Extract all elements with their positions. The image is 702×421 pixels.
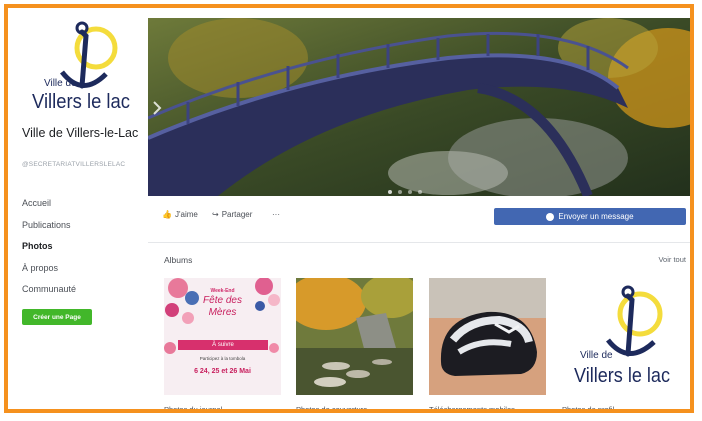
cover-photo[interactable] xyxy=(148,18,690,196)
more-options-button[interactable]: ··· xyxy=(272,210,280,219)
album-thumbnail-profile[interactable]: Ville de Villers le lac xyxy=(562,278,679,395)
poster-line2: Fête des xyxy=(203,295,242,306)
album-thumbnail-mobile[interactable] xyxy=(429,278,546,395)
like-label: J'aime xyxy=(174,210,198,219)
album-card[interactable]: Photos de couverture xyxy=(296,278,413,409)
profile-logo: Ville de Villers le lac xyxy=(574,285,670,387)
share-arrow-icon: ↪ xyxy=(212,210,219,219)
nav-item-publications[interactable]: Publications xyxy=(22,220,71,230)
album-card[interactable]: Ville de Villers le lac Photos de profil xyxy=(562,278,679,409)
page-handle: @SECRETARIATVILLERSLELAC xyxy=(22,161,126,168)
album-caption[interactable]: Photos de profil xyxy=(562,405,679,409)
svg-text:Villers le lac: Villers le lac xyxy=(574,365,670,387)
album-thumbnail-poster[interactable]: Week-End Fête des Mères À suivre Partici… xyxy=(164,278,281,395)
screenshot-frame: Ville de Villers le lac Ville de Villers… xyxy=(4,4,694,413)
logo-anchor-ring xyxy=(75,21,89,35)
logo-text-bottom: Villers le lac xyxy=(32,91,130,113)
like-button[interactable]: 👍 J'aime xyxy=(162,210,198,219)
bridge-photo xyxy=(148,18,690,196)
page-action-bar: 👍 J'aime ↪ Partager ··· Envoyer un messa… xyxy=(148,196,690,243)
logo-text-top: Ville de xyxy=(44,78,77,89)
poster-line4: À suivre xyxy=(178,340,268,350)
album-card[interactable]: Téléchargements mobiles xyxy=(429,278,546,409)
nav-item-communaute[interactable]: Communauté xyxy=(22,284,76,294)
nav-item-photos[interactable]: Photos xyxy=(22,241,53,251)
albums-section: Albums Voir tout Week-End Fête des Mères… xyxy=(148,244,690,409)
poster-line3: Mères xyxy=(208,307,237,318)
page-logo[interactable]: Ville de Villers le lac xyxy=(18,14,134,120)
album-caption[interactable]: Téléchargements mobiles xyxy=(429,405,546,409)
logo-anchor-shaft xyxy=(79,29,89,89)
albums-heading: Albums xyxy=(164,255,193,265)
messenger-icon xyxy=(546,212,555,221)
album-card[interactable]: Week-End Fête des Mères À suivre Partici… xyxy=(164,278,281,409)
album-thumbnail-cover[interactable] xyxy=(296,278,413,395)
helmet-photo xyxy=(429,278,546,395)
svg-text:Ville de: Ville de xyxy=(580,350,613,361)
sidebar: Ville de Villers le lac Ville de Villers… xyxy=(8,8,148,409)
send-message-label: Envoyer un message xyxy=(558,212,634,221)
page-title[interactable]: Ville de Villers-le-Lac xyxy=(22,126,146,141)
album-caption[interactable]: Photos de couverture xyxy=(296,405,413,409)
nav-item-a-propos[interactable]: À propos xyxy=(22,263,58,273)
carousel-dots[interactable] xyxy=(388,190,422,194)
album-caption[interactable]: Photos du journal xyxy=(164,405,281,409)
share-label: Partager xyxy=(221,210,253,219)
nav-item-accueil[interactable]: Accueil xyxy=(22,198,51,208)
poster-line5: Participez à la tombola xyxy=(199,356,246,361)
see-all-link[interactable]: Voir tout xyxy=(658,255,686,264)
share-button[interactable]: ↪ Partager xyxy=(212,210,252,219)
thumbs-up-icon: 👍 xyxy=(162,210,172,219)
send-message-button[interactable]: Envoyer un message xyxy=(494,208,686,225)
river-photo xyxy=(296,278,413,395)
poster-line6: 6 24, 25 et 26 Mai xyxy=(194,368,251,375)
poster-line1: Week-End xyxy=(210,288,235,294)
create-page-button[interactable]: Créer une Page xyxy=(22,309,92,325)
